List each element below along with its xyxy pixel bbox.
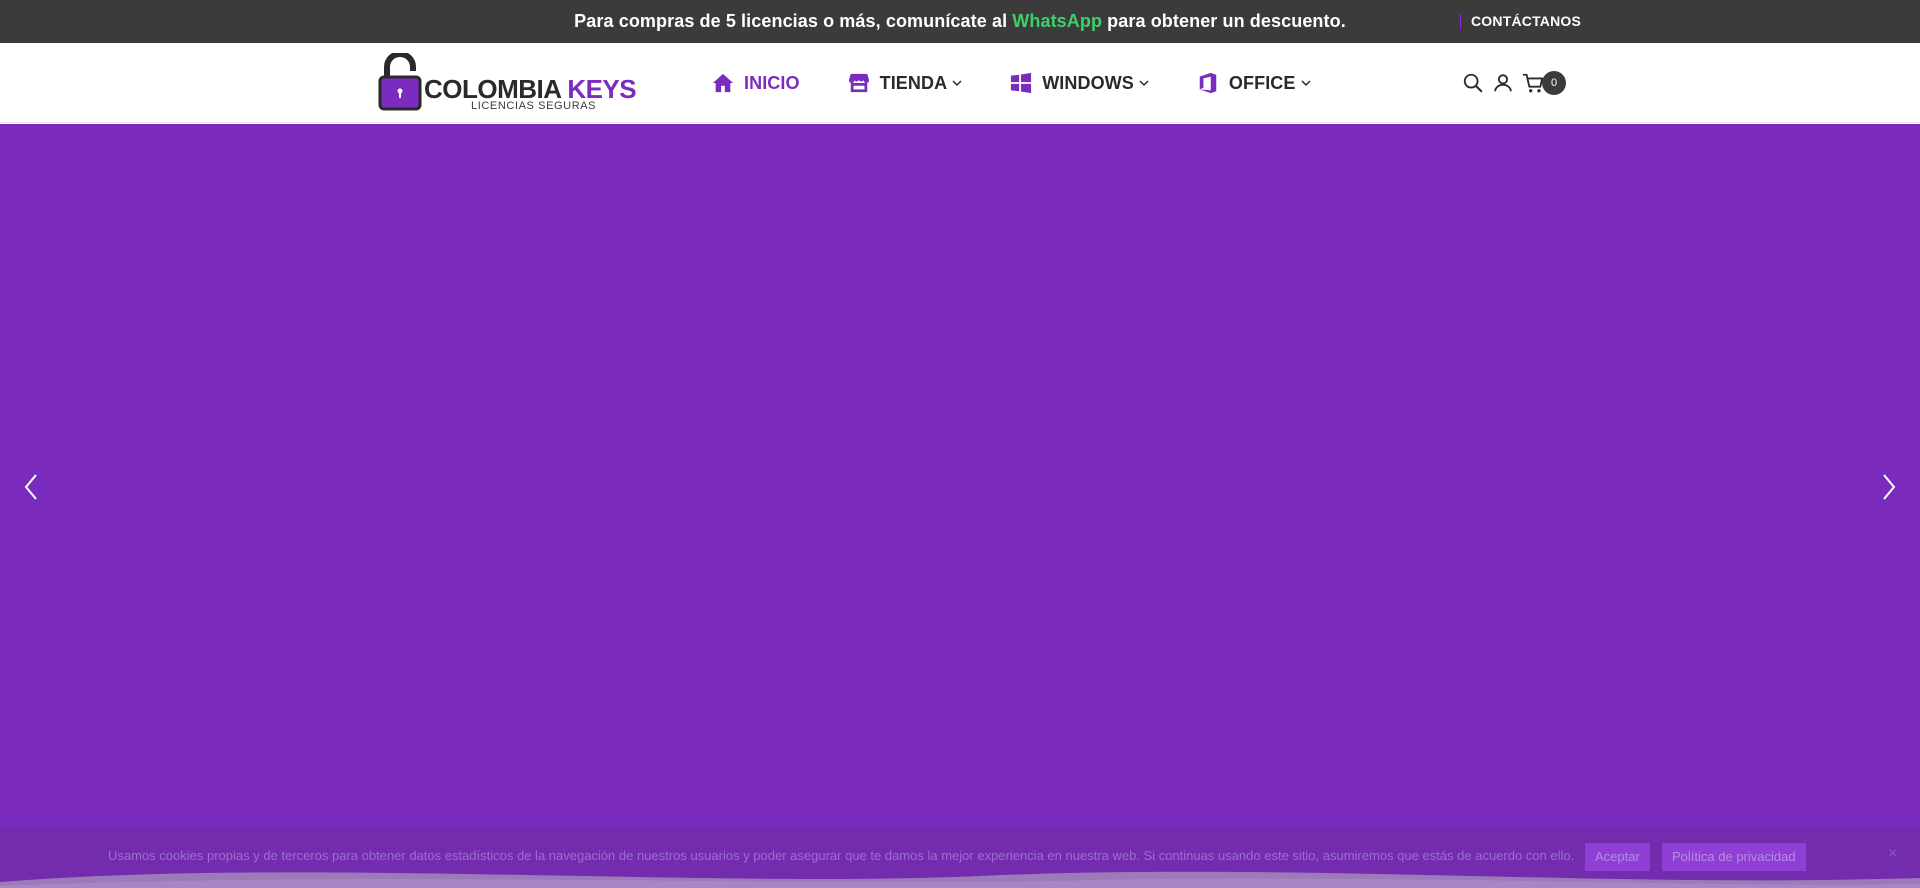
nav-item-office[interactable]: OFFICE (1197, 43, 1311, 123)
chevron-down-icon (1300, 80, 1311, 87)
topbar-divider (1460, 14, 1461, 29)
cookie-accept-button[interactable]: Aceptar (1585, 843, 1650, 871)
nav-label: TIENDA (879, 72, 948, 93)
cart-icon (1522, 73, 1544, 93)
contact-link[interactable]: CONTÁCTANOS (1471, 0, 1581, 43)
cart-button[interactable]: 0 (1522, 71, 1566, 95)
nav-item-inicio[interactable]: INICIO (712, 43, 800, 123)
chevron-left-icon[interactable] (16, 467, 46, 507)
user-icon[interactable] (1492, 72, 1514, 94)
announcement-text-before: Para compras de 5 licencias o más, comun… (574, 11, 1013, 31)
whatsapp-link[interactable]: WhatsApp (1012, 11, 1102, 31)
announcement-bar: Para compras de 5 licencias o más, comun… (0, 0, 1920, 43)
hero-slider (0, 124, 1920, 888)
main-nav: INICIO TIENDA WINDOWS OFFICE (712, 43, 1359, 123)
office-icon (1199, 72, 1217, 94)
announcement-text-after: para obtener un descuento. (1102, 11, 1346, 31)
announcement-message: Para compras de 5 licencias o más, comun… (0, 0, 1920, 43)
site-header: COLOMBIA KEYS LICENCIAS SEGURAS INICIO T… (0, 43, 1920, 123)
chevron-down-icon (1139, 80, 1149, 87)
nav-label: OFFICE (1228, 72, 1296, 93)
nav-item-tienda[interactable]: TIENDA (848, 43, 963, 123)
header-actions: 0 (1462, 43, 1566, 123)
nav-item-windows[interactable]: WINDOWS (1010, 43, 1149, 123)
windows-icon (1011, 72, 1032, 94)
cookie-message: Usamos cookies propias y de terceros par… (108, 848, 1575, 863)
search-icon[interactable] (1462, 72, 1484, 94)
nav-label: WINDOWS (1042, 72, 1134, 93)
store-icon (848, 73, 869, 93)
padlock-icon (378, 53, 422, 111)
cookie-banner: Usamos cookies propias y de terceros par… (0, 828, 1920, 888)
chevron-right-icon[interactable] (1874, 467, 1904, 507)
site-logo[interactable]: COLOMBIA KEYS LICENCIAS SEGURAS (378, 53, 643, 113)
logo-tagline: LICENCIAS SEGURAS (471, 100, 597, 112)
home-icon (712, 73, 734, 93)
privacy-policy-button[interactable]: Política de privacidad (1662, 843, 1806, 871)
chevron-down-icon (952, 80, 962, 87)
close-icon[interactable]: × (1888, 845, 1897, 863)
nav-label: INICIO (744, 72, 800, 93)
cart-count-badge: 0 (1542, 71, 1566, 95)
